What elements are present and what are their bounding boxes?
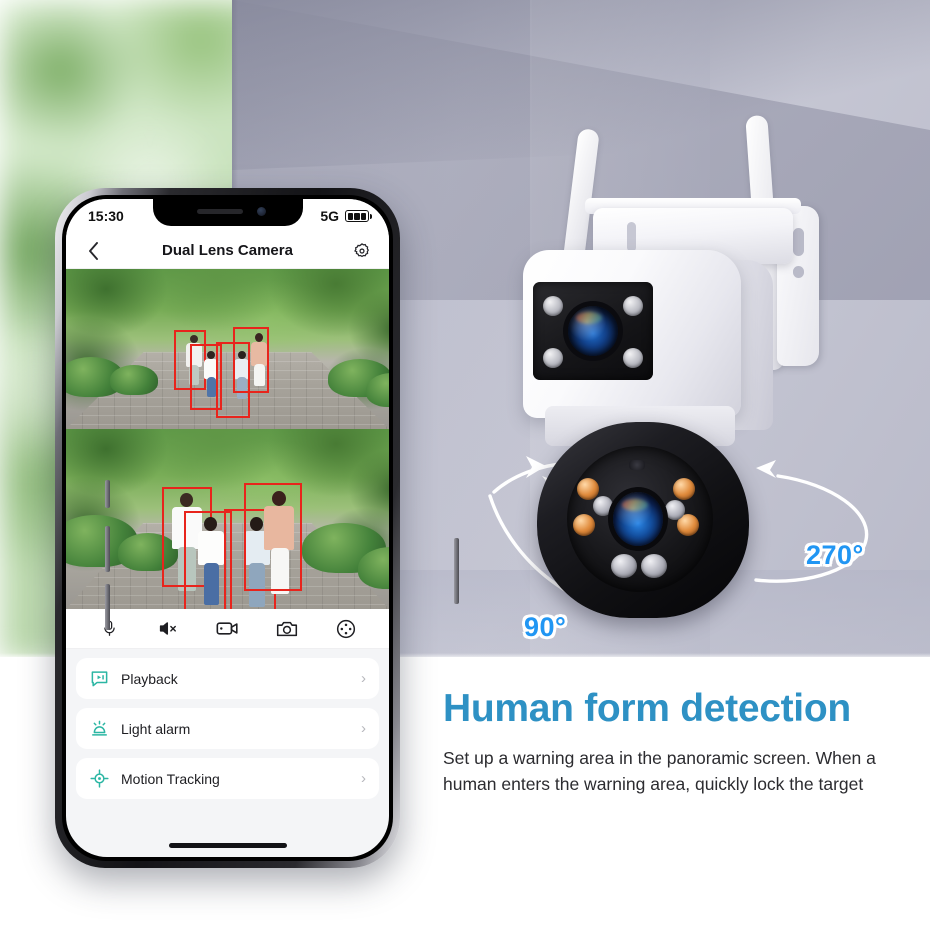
volume-down-button[interactable]	[105, 584, 110, 630]
ir-led	[573, 514, 595, 536]
camera-toolbar	[66, 609, 389, 649]
phone-screen: 15:30 5G Dual Lens Camera Playback › Lig…	[66, 199, 389, 857]
gear-icon[interactable]	[351, 240, 373, 262]
page-title: Dual Lens Camera	[162, 242, 293, 259]
earpiece-speaker	[196, 209, 243, 214]
app-navbar: Dual Lens Camera	[66, 233, 389, 269]
smartphone-mockup: 15:30 5G Dual Lens Camera Playback › Lig…	[55, 188, 459, 868]
ir-led	[593, 496, 613, 516]
camera-snapshot-icon[interactable]	[274, 616, 300, 642]
power-button[interactable]	[454, 538, 459, 604]
volume-up-button[interactable]	[105, 526, 110, 572]
chevron-left-icon[interactable]	[82, 240, 104, 262]
menu-item-light-alarm[interactable]: Light alarm ›	[76, 708, 379, 749]
ir-led	[673, 478, 695, 500]
vertical-angle-label: 90°	[524, 612, 567, 642]
feature-menu: Playback › Light alarm › Motion Tracking…	[66, 649, 389, 799]
upper-lens	[568, 306, 618, 356]
mute-switch[interactable]	[105, 480, 110, 508]
ir-led	[611, 554, 637, 578]
front-camera-icon	[256, 207, 266, 216]
direction-pad-icon[interactable]	[333, 616, 359, 642]
battery-icon	[345, 210, 372, 222]
mount-screw-hole	[793, 266, 804, 278]
led-light	[543, 296, 563, 316]
menu-item-playback[interactable]: Playback ›	[76, 658, 379, 699]
phone-notch	[152, 199, 303, 226]
shrub	[110, 365, 158, 395]
led-light	[543, 348, 563, 368]
mount-arm-slot	[627, 222, 636, 252]
marketing-heading: Human form detection	[443, 687, 851, 730]
light-alarm-icon	[89, 718, 110, 739]
menu-item-label: Motion Tracking	[121, 770, 220, 787]
video-record-icon[interactable]	[215, 616, 241, 642]
speaker-mute-icon[interactable]	[156, 616, 182, 642]
marketing-body: Set up a warning area in the panoramic s…	[443, 747, 876, 795]
panoramic-feed[interactable]	[66, 269, 389, 429]
detection-box	[244, 483, 302, 591]
detail-feed[interactable]	[66, 429, 389, 609]
detection-box	[233, 327, 269, 393]
motion-tracking-icon	[89, 768, 110, 789]
chevron-right-icon: ›	[361, 720, 366, 737]
mount-screw-slot	[793, 228, 804, 256]
dome-microphone	[629, 460, 645, 470]
marketing-copy: Human form detection Set up a warning ar…	[443, 687, 913, 797]
ir-led	[577, 478, 599, 500]
lower-lens	[613, 492, 663, 546]
ir-led	[641, 554, 667, 578]
chevron-right-icon: ›	[361, 770, 366, 787]
network-label: 5G	[320, 208, 339, 224]
status-time: 15:30	[88, 208, 124, 224]
chevron-right-icon: ›	[361, 670, 366, 687]
ir-led	[665, 500, 685, 520]
home-indicator[interactable]	[168, 843, 287, 848]
menu-item-label: Light alarm	[121, 720, 191, 737]
poster-canvas: 90° 270° 15:30 5G Dual Lens Camera Playb…	[0, 0, 930, 930]
playback-icon	[89, 668, 110, 689]
menu-item-label: Playback	[121, 670, 178, 687]
led-light	[623, 348, 643, 368]
horizontal-angle-label: 270°	[806, 540, 864, 570]
led-light	[623, 296, 643, 316]
menu-item-motion-tracking[interactable]: Motion Tracking ›	[76, 758, 379, 799]
